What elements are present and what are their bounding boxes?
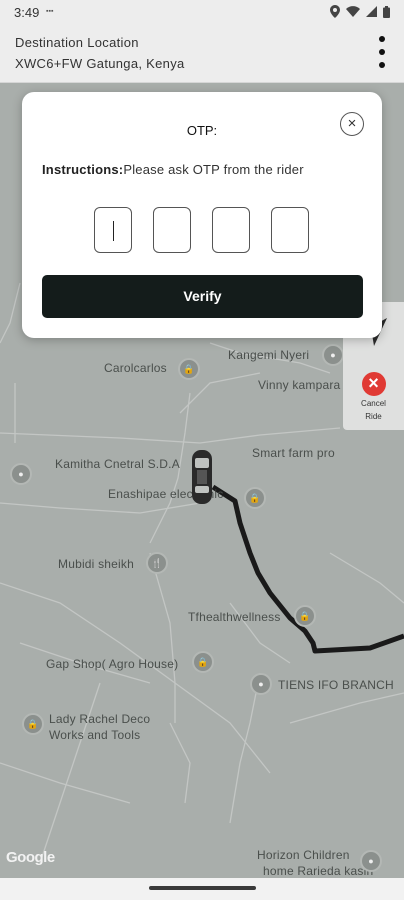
home-gesture-handle[interactable] bbox=[149, 886, 256, 890]
poi-label: Lady Rachel Deco bbox=[49, 712, 151, 726]
status-icons bbox=[330, 5, 390, 18]
google-logo: Google bbox=[6, 849, 55, 866]
wifi-icon bbox=[346, 6, 360, 17]
otp-digit-1[interactable] bbox=[94, 207, 132, 253]
poi-label: Smart farm pro bbox=[252, 446, 335, 460]
cancel-label-ride: Ride bbox=[365, 412, 382, 421]
instructions-text: Please ask OTP from the rider bbox=[123, 162, 304, 177]
lock-icon[interactable]: 🔒 bbox=[22, 713, 44, 735]
destination-title: Destination Location bbox=[15, 35, 139, 50]
poi-label: Works and Tools bbox=[49, 728, 141, 742]
otp-dialog: OTP: × Instructions:Please ask OTP from … bbox=[22, 92, 382, 338]
status-notification-dots: ▪▪▪ bbox=[46, 8, 54, 15]
poi-label: Mubidi sheikh bbox=[58, 557, 134, 571]
poi-label: Vinny kampara bbox=[258, 378, 341, 392]
poi-label: Tfhealthwellness bbox=[188, 610, 281, 624]
otp-digit-4[interactable] bbox=[271, 207, 309, 253]
poi-label: Kangemi Nyeri bbox=[228, 348, 310, 362]
destination-address: XWC6+FW Gatunga, Kenya bbox=[15, 56, 185, 71]
otp-title: OTP: bbox=[186, 123, 218, 138]
car-icon bbox=[192, 450, 212, 504]
location-icon bbox=[330, 5, 340, 18]
cancel-label: Cancel bbox=[361, 399, 386, 408]
system-nav-bar bbox=[0, 878, 404, 900]
status-bar: 3:49 ▪▪▪ bbox=[0, 0, 404, 24]
cancel-icon: × bbox=[361, 372, 386, 396]
poi-marker-icon[interactable]: ● bbox=[360, 850, 382, 872]
status-time: 3:49 bbox=[14, 5, 40, 20]
poi-marker-icon[interactable]: ● bbox=[250, 673, 272, 695]
restaurant-icon[interactable]: 🍴 bbox=[146, 552, 168, 574]
more-options-icon[interactable] bbox=[374, 32, 390, 72]
verify-button[interactable]: Verify bbox=[42, 275, 363, 318]
poi-marker-icon[interactable]: ● bbox=[10, 463, 32, 485]
lock-icon[interactable]: 🔒 bbox=[244, 487, 266, 509]
instructions-label: Instructions: bbox=[42, 162, 124, 177]
poi-label: Horizon Children bbox=[257, 848, 350, 862]
poi-marker-icon[interactable]: ● bbox=[322, 344, 344, 366]
close-icon[interactable]: × bbox=[340, 112, 364, 136]
poi-label: Gap Shop( Agro House) bbox=[46, 657, 179, 671]
poi-label: home Rarieda kasin bbox=[263, 864, 374, 878]
lock-icon[interactable]: 🔒 bbox=[294, 605, 316, 627]
poi-label: TIENS IFO BRANCH bbox=[278, 678, 394, 692]
signal-icon bbox=[366, 6, 377, 17]
otp-digit-3[interactable] bbox=[212, 207, 250, 253]
cancel-ride-button[interactable]: × Cancel Ride bbox=[343, 372, 404, 430]
battery-icon bbox=[383, 5, 390, 18]
poi-label: Carolcarlos bbox=[104, 361, 167, 375]
otp-digit-2[interactable] bbox=[153, 207, 191, 253]
destination-header: Destination Location XWC6+FW Gatunga, Ke… bbox=[0, 24, 404, 83]
otp-instructions: Instructions:Please ask OTP from the rid… bbox=[42, 162, 304, 177]
poi-label: Kamitha Cnetral S.D.A bbox=[55, 457, 180, 471]
lock-icon[interactable]: 🔒 bbox=[178, 358, 200, 380]
lock-icon[interactable]: 🔒 bbox=[192, 651, 214, 673]
